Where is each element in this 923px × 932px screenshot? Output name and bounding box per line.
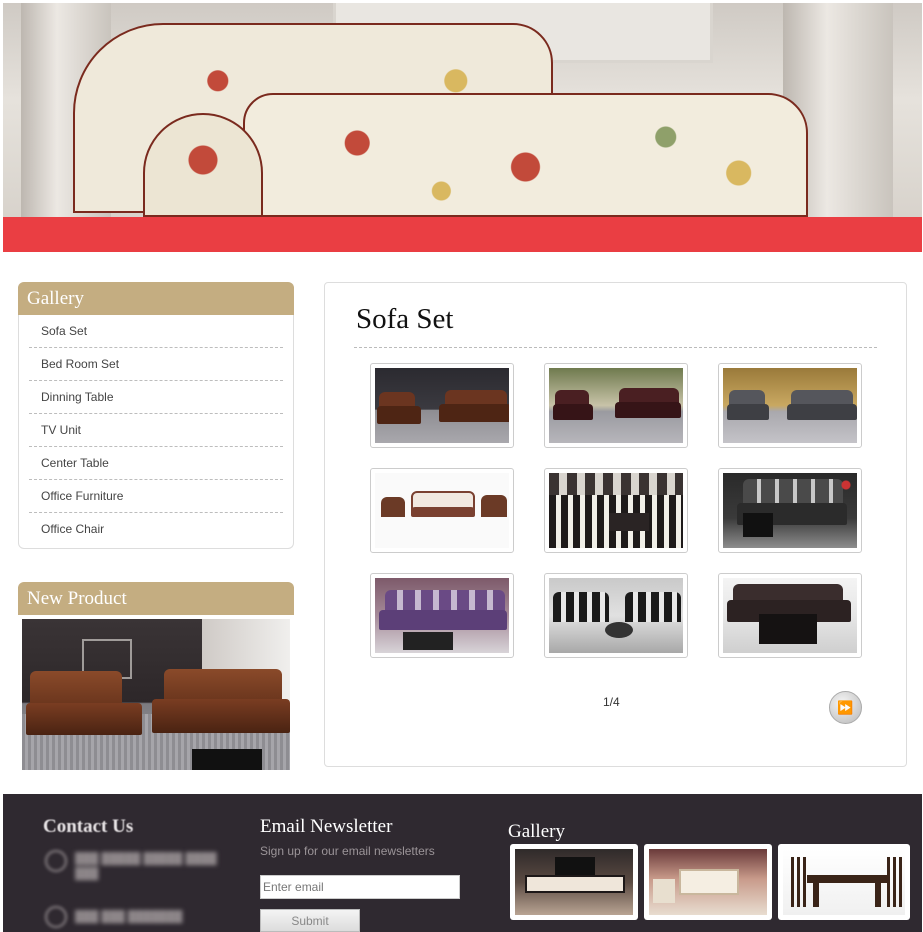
footer: Contact Us ███ █████ █████ ████ ███ ███ …	[3, 794, 922, 932]
product-thumb-7[interactable]	[370, 573, 514, 658]
pagination-indicator: 1/4	[603, 695, 620, 709]
fast-forward-icon: ⏩	[837, 700, 854, 715]
menu-item-center-table[interactable]: Center Table	[29, 447, 283, 480]
product-thumb-4[interactable]	[370, 468, 514, 553]
product-thumb-1[interactable]	[370, 363, 514, 448]
newsletter-title: Email Newsletter	[260, 816, 393, 837]
footer-gallery-thumb-bedroom[interactable]	[644, 844, 772, 920]
accent-bar	[3, 217, 922, 252]
title-divider	[354, 347, 877, 348]
product-thumb-2[interactable]	[544, 363, 688, 448]
phone-icon	[45, 850, 67, 872]
footer-gallery-thumb-tv-unit[interactable]	[510, 844, 638, 920]
newsletter-subtitle: Sign up for our email newsletters	[260, 844, 435, 858]
gallery-menu: Sofa Set Bed Room Set Dinning Table TV U…	[19, 315, 293, 548]
product-thumb-9[interactable]	[718, 573, 862, 658]
contact-us-title: Contact Us	[43, 816, 134, 837]
new-product-title: New Product	[18, 582, 294, 615]
newsletter-submit-button[interactable]: Submit	[260, 909, 360, 932]
hero-banner	[3, 3, 922, 217]
menu-item-sofa-set[interactable]: Sofa Set	[29, 315, 283, 348]
mobile-icon	[45, 906, 67, 928]
page-title: Sofa Set	[356, 303, 454, 335]
menu-item-dinning-table[interactable]: Dinning Table	[29, 381, 283, 414]
gallery-sidebar-title: Gallery	[18, 282, 294, 315]
gallery-sidebar: Gallery Sofa Set Bed Room Set Dinning Ta…	[18, 282, 294, 549]
product-thumb-6[interactable]	[718, 468, 862, 553]
menu-item-office-chair[interactable]: Office Chair	[29, 513, 283, 546]
footer-gallery-thumb-dining[interactable]	[778, 844, 910, 920]
menu-item-office-furniture[interactable]: Office Furniture	[29, 480, 283, 513]
product-thumb-3[interactable]	[718, 363, 862, 448]
new-product-box: New Product	[18, 582, 294, 770]
newsletter-email-input[interactable]	[260, 875, 460, 899]
new-product-image[interactable]	[22, 619, 290, 770]
contact-phone-blurred: ███ █████ █████ ████ ███	[75, 853, 217, 880]
next-page-button[interactable]: ⏩	[829, 691, 862, 724]
hero-sofa-seat	[243, 93, 808, 217]
sofa-set-panel: Sofa Set 1/4 ⏩	[324, 282, 907, 767]
menu-item-bed-room-set[interactable]: Bed Room Set	[29, 348, 283, 381]
product-thumb-5[interactable]	[544, 468, 688, 553]
contact-mobile-blurred: ███ ███ ███████	[75, 911, 183, 923]
product-thumb-8[interactable]	[544, 573, 688, 658]
footer-gallery-title: Gallery	[508, 821, 565, 842]
menu-item-tv-unit[interactable]: TV Unit	[29, 414, 283, 447]
